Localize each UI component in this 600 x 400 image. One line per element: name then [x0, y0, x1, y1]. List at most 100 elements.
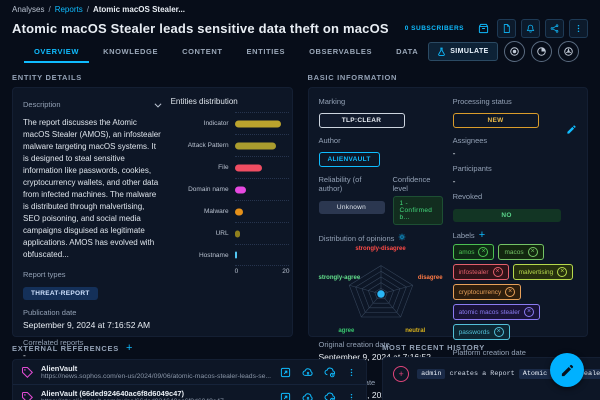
remove-label-icon[interactable] — [528, 247, 538, 257]
breadcrumb-analyses[interactable]: Analyses — [12, 5, 44, 14]
open-external-icon[interactable] — [279, 391, 292, 400]
history-actor[interactable]: admin — [417, 369, 445, 379]
reliability-chip: Unknown — [319, 201, 385, 214]
chart-bar[interactable] — [235, 208, 243, 215]
reference-url[interactable]: https://news.sophos.com/en-us/2024/09/06… — [41, 373, 271, 380]
chart-bar[interactable] — [235, 186, 246, 193]
pencil-icon — [560, 363, 575, 378]
processing-status-label: Processing status — [453, 97, 587, 106]
label-chip[interactable]: amos — [453, 244, 495, 260]
external-reference-row[interactable]: AlienVault https://news.sophos.com/en-us… — [13, 360, 366, 385]
basic-information-section: BASIC INFORMATION Marking TLP:CLEAR Auth… — [308, 67, 589, 337]
breadcrumb-reports[interactable]: Reports — [55, 5, 83, 14]
axis-tick-min: 0 — [235, 268, 239, 275]
create-event-icon: + — [393, 366, 409, 382]
label-chip[interactable]: macos — [498, 244, 543, 260]
edit-pencil-icon[interactable] — [566, 122, 577, 140]
opinions-radar-chart: strongly-disagree disagree neutral agree… — [319, 246, 443, 338]
open-external-icon[interactable] — [279, 366, 292, 379]
more-options-kebab-icon[interactable] — [569, 19, 588, 38]
revoked-label: Revoked — [453, 192, 587, 201]
cloud-sync-icon[interactable] — [323, 391, 336, 400]
correlated-reports-label: Correlated reports — [23, 338, 163, 347]
labels-label: Labels — [453, 231, 475, 240]
history-action: creates a Report — [449, 370, 514, 378]
opencti-report-page: Analyses / Reports / Atomic macOS Steale… — [0, 0, 600, 400]
chart-bar[interactable] — [235, 230, 240, 237]
labels-list: amos macos — [453, 244, 587, 340]
chart-category-label: Domain name — [171, 178, 235, 200]
entity-details-section: ENTITY DETAILS Description The report di… — [12, 67, 293, 337]
chart-bar[interactable] — [235, 142, 276, 149]
confidence-chip[interactable]: 1 - Confirmed b... — [393, 196, 443, 225]
tag-icon — [21, 366, 33, 378]
label-chip[interactable]: passwords — [453, 324, 510, 340]
tag-icon — [21, 391, 33, 400]
chevron-down-icon[interactable] — [153, 97, 163, 115]
chart-category-label: URL — [171, 222, 235, 244]
reference-source: AlienVault (66ded924640ac6f8d6049c47) — [41, 389, 271, 398]
cloud-upload-icon[interactable] — [301, 391, 314, 400]
remove-label-icon[interactable] — [505, 287, 515, 297]
tab[interactable]: OBSERVABLES — [299, 40, 382, 63]
entities-distribution-title: Entities distribution — [171, 97, 290, 106]
chart-bar[interactable] — [235, 120, 282, 127]
chart-category-label: Attack Pattern — [171, 134, 235, 156]
chart-row: Malware — [171, 200, 290, 222]
basic-information-card: Marking TLP:CLEAR Author ALIENVAULT Reli… — [308, 87, 589, 337]
cloud-upload-icon[interactable] — [301, 366, 314, 379]
external-reference-row[interactable]: AlienVault (66ded924640ac6f8d6049c47) ht… — [13, 385, 366, 400]
chart-row: Indicator — [171, 112, 290, 134]
enrichment-icon[interactable] — [475, 20, 492, 37]
description-text: The report discusses the Atomic macOS St… — [23, 117, 163, 261]
entity-details-title: ENTITY DETAILS — [12, 73, 293, 82]
remove-label-icon[interactable] — [478, 247, 488, 257]
publication-date-label: Publication date — [23, 308, 163, 317]
simulate-button[interactable]: SIMULATE — [428, 42, 497, 61]
author-chip[interactable]: ALIENVAULT — [319, 152, 380, 167]
opinions-label: Distribution of opinions — [319, 234, 395, 243]
share-graph-icon[interactable] — [545, 19, 564, 38]
original-creation-label: Original creation date — [319, 340, 443, 349]
confidence-label: Confidence level — [393, 175, 443, 193]
processing-status-chip[interactable]: NEW — [453, 113, 539, 128]
tab[interactable]: KNOWLEDGE — [93, 40, 168, 63]
marking-chip[interactable]: TLP:CLEAR — [319, 113, 405, 128]
label-chip[interactable]: infostealer — [453, 264, 509, 280]
chart-row: File — [171, 156, 290, 178]
tab[interactable]: DATA — [386, 40, 428, 63]
label-chip[interactable]: malvertising — [513, 264, 574, 280]
remove-label-icon[interactable] — [494, 327, 504, 337]
cloud-sync-icon[interactable] — [323, 366, 336, 379]
label-chip[interactable]: atomic macos stealer — [453, 304, 540, 320]
export-file-icon[interactable] — [497, 19, 516, 38]
target-circle-icon[interactable] — [504, 41, 525, 62]
reference-kebab-icon[interactable] — [345, 391, 358, 400]
assignees-value: - — [453, 148, 587, 158]
add-label-button[interactable]: + — [479, 230, 485, 241]
chart-category-label: Indicator — [171, 112, 235, 134]
chart-row: Domain name — [171, 178, 290, 200]
remove-label-icon[interactable] — [524, 307, 534, 317]
reference-kebab-icon[interactable] — [345, 366, 358, 379]
remove-label-icon[interactable] — [493, 267, 503, 277]
pie-circle-icon[interactable] — [531, 41, 552, 62]
report-type-chip[interactable]: THREAT-REPORT — [23, 287, 98, 300]
chart-row: Attack Pattern — [171, 134, 290, 156]
tab[interactable]: CONTENT — [172, 40, 232, 63]
atom-circle-icon[interactable] — [558, 41, 579, 62]
gear-icon[interactable] — [398, 233, 406, 243]
bell-icon[interactable] — [521, 19, 540, 38]
tab[interactable]: OVERVIEW — [24, 40, 89, 63]
edit-fab-button[interactable] — [550, 353, 584, 387]
label-chip[interactable]: cryptocurrency — [453, 284, 522, 300]
chart-category-label: Malware — [171, 200, 235, 222]
chart-bar[interactable] — [235, 164, 262, 171]
chart-bar[interactable] — [235, 252, 238, 259]
marking-label: Marking — [319, 97, 443, 106]
remove-label-icon[interactable] — [557, 267, 567, 277]
tab[interactable]: ENTITIES — [237, 40, 296, 63]
breadcrumb-current: Atomic macOS Stealer... — [93, 5, 185, 14]
page-title: Atomic macOS Stealer leads sensitive dat… — [12, 21, 389, 36]
participants-value: - — [453, 176, 587, 186]
